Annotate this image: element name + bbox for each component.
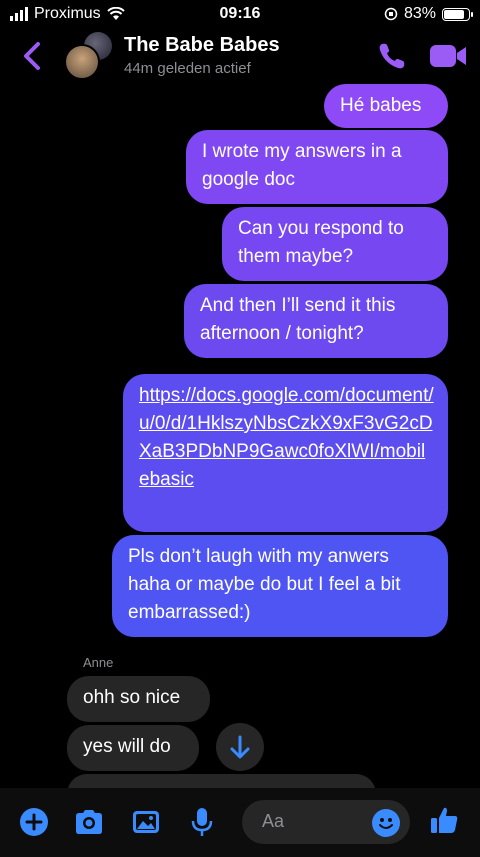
message-text: yes will do bbox=[83, 736, 171, 757]
back-icon[interactable] bbox=[18, 38, 48, 74]
status-bar: Proximus 09:16 83% bbox=[0, 0, 480, 30]
battery-icon bbox=[442, 7, 473, 21]
scroll-to-bottom-button[interactable] bbox=[216, 723, 264, 771]
thumbs-up-icon[interactable] bbox=[428, 804, 460, 836]
message-bubble[interactable]: Pls don’t laugh with my anwers haha or m… bbox=[112, 535, 448, 637]
plus-icon[interactable] bbox=[18, 806, 50, 838]
message-bubble[interactable]: Can you respond to them maybe? bbox=[222, 207, 448, 281]
image-icon[interactable] bbox=[130, 806, 162, 838]
message-text: ohh so nice bbox=[83, 687, 181, 708]
video-call-icon[interactable] bbox=[428, 42, 468, 70]
camera-icon[interactable] bbox=[73, 806, 105, 838]
message-text: Hé babes bbox=[340, 95, 422, 116]
message-text: Can you respond to them maybe? bbox=[238, 218, 404, 267]
emoji-icon[interactable] bbox=[372, 809, 400, 837]
message-link[interactable]: https://docs.google.com/document/u/0/d/1… bbox=[139, 385, 434, 490]
orientation-lock-icon bbox=[384, 7, 398, 21]
group-avatar[interactable] bbox=[64, 32, 112, 80]
arrow-down-icon bbox=[230, 735, 250, 759]
message-input-placeholder: Aa bbox=[262, 811, 285, 831]
composer-bar: Aa bbox=[0, 788, 480, 857]
message-bubble[interactable]: yes will do bbox=[67, 725, 199, 771]
message-text: I wrote my answers in a google doc bbox=[202, 141, 402, 190]
message-bubble[interactable]: I wrote my answers in a google doc bbox=[186, 130, 448, 204]
phone-icon[interactable] bbox=[376, 40, 408, 72]
active-status: 44m geleden actief bbox=[124, 60, 251, 77]
message-bubble[interactable]: And then I’ll send it this afternoon / t… bbox=[184, 284, 448, 358]
message-text: And then I’ll send it this afternoon / t… bbox=[200, 295, 396, 344]
conversation-title[interactable]: The Babe Babes bbox=[124, 34, 280, 57]
microphone-icon[interactable] bbox=[186, 806, 218, 838]
battery-percent: 83% bbox=[403, 5, 436, 22]
conversation-header: The Babe Babes 44m geleden actief bbox=[0, 28, 480, 84]
avatar bbox=[64, 44, 100, 80]
message-bubble[interactable]: https://docs.google.com/document/u/0/d/1… bbox=[123, 374, 448, 532]
message-text: Pls don’t laugh with my anwers haha or m… bbox=[128, 546, 401, 623]
status-right: 83% bbox=[384, 5, 473, 23]
sender-name: Anne bbox=[83, 655, 114, 670]
message-bubble[interactable]: ohh so nice bbox=[67, 676, 210, 722]
message-bubble[interactable]: Hé babes bbox=[324, 84, 448, 128]
